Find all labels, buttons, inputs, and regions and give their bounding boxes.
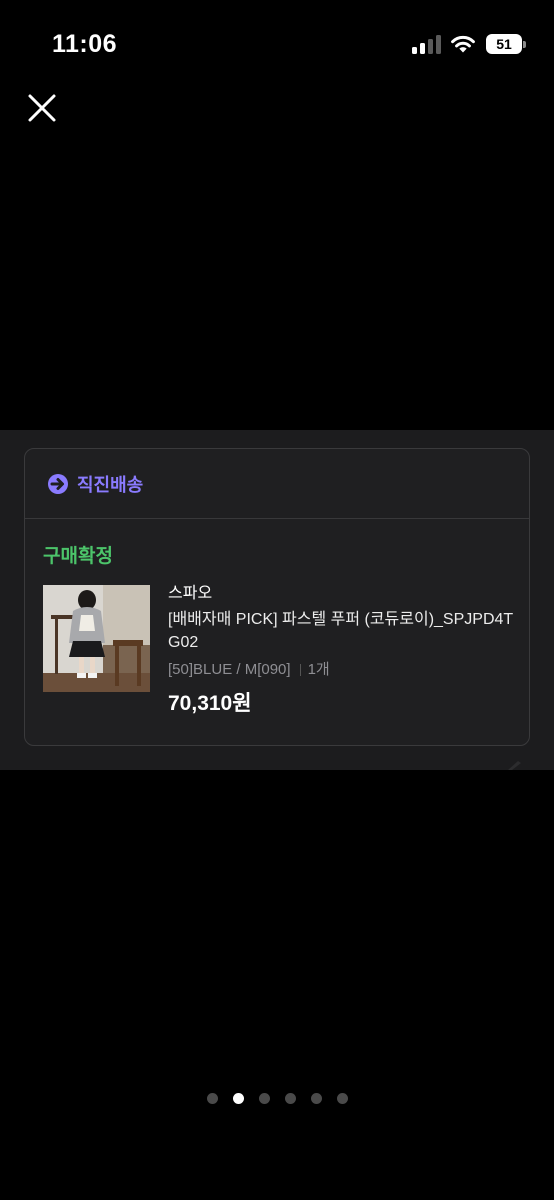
signal-icon — [412, 34, 442, 54]
delivery-header: 직진배송 — [25, 449, 529, 519]
order-card[interactable]: 직진배송 구매확정 스파오 [배배자매 PICK] 파스텔 푸퍼 (코듀로이)_… — [24, 448, 530, 746]
screenshot-panel: 직진배송 구매확정 스파오 [배배자매 PICK] 파스텔 푸퍼 (코듀로이)_… — [0, 430, 554, 770]
product-info[interactable]: 스파오 [배배자매 PICK] 파스텔 푸퍼 (코듀로이)_SPJPD4TG02… — [168, 583, 518, 717]
product-price: 70,310원 — [168, 692, 252, 715]
battery-level: 51 — [486, 34, 522, 54]
page-dot[interactable] — [258, 1093, 270, 1104]
option-value: [50]BLUE / M[090] — [168, 661, 291, 678]
option-divider — [299, 664, 301, 677]
pencil-icon — [508, 761, 521, 770]
close-icon — [28, 94, 56, 122]
page-dot[interactable] — [336, 1093, 348, 1104]
product-image[interactable] — [43, 585, 150, 692]
page-indicator — [0, 1093, 554, 1104]
delivery-label: 직진배송 — [77, 474, 144, 495]
close-button[interactable] — [24, 90, 60, 126]
battery-icon: 51 — [486, 34, 526, 54]
wifi-icon — [451, 35, 475, 53]
arrow-circle-icon — [48, 473, 68, 494]
page-dot[interactable] — [206, 1093, 218, 1104]
product-name: [배배자매 PICK] 파스텔 푸퍼 (코듀로이)_SPJPD4TG02 — [168, 611, 514, 651]
page-dot[interactable] — [284, 1093, 296, 1104]
status-time: 11:06 — [52, 30, 118, 58]
page-dot-active[interactable] — [232, 1093, 244, 1104]
status-bar: 11:06 51 — [0, 0, 554, 90]
quantity: 1개 — [307, 661, 330, 678]
order-status: 구매확정 — [43, 546, 113, 567]
page-dot[interactable] — [310, 1093, 322, 1104]
product-options: [50]BLUE / M[090] 1개 — [168, 660, 518, 680]
brand-name: 스파오 — [168, 585, 213, 602]
